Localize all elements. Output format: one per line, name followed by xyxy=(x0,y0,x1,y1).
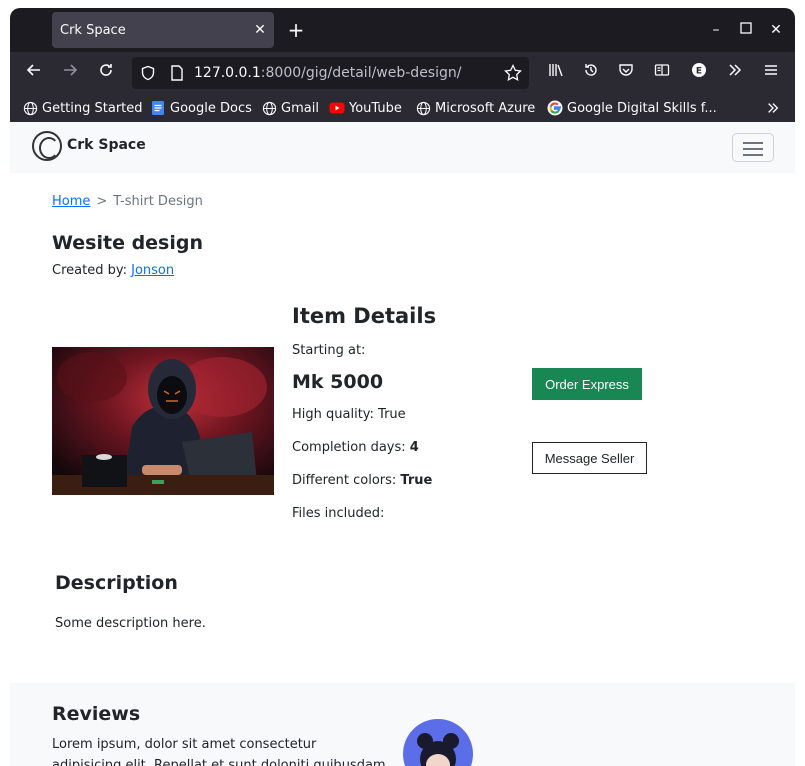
bookmark-google-digital-skills[interactable]: Google Digital Skills f... xyxy=(547,99,717,117)
reader-view-icon[interactable] xyxy=(650,61,674,85)
site-navbar: Crk Space xyxy=(10,122,795,173)
price: Mk 5000 xyxy=(292,371,384,393)
brand-name[interactable]: Crk Space xyxy=(67,137,146,153)
close-tab-icon[interactable]: ✕ xyxy=(246,22,274,38)
extension-icon[interactable]: E xyxy=(687,61,711,85)
creator-link[interactable]: Jonson xyxy=(131,263,174,278)
bookmark-label: YouTube xyxy=(349,100,402,116)
bookmark-microsoft-azure[interactable]: Microsoft Azure xyxy=(415,99,535,117)
reviews-heading: Reviews xyxy=(52,703,141,725)
bookmark-gmail[interactable]: Gmail xyxy=(261,99,319,117)
url-text: 127.0.0.1:8000/gig/detail/web-design/ xyxy=(194,65,461,81)
globe-icon xyxy=(415,100,431,116)
close-window-icon[interactable]: ✕ xyxy=(766,20,786,40)
reviews-section: Reviews Lorem ipsum, dolor sit amet cons… xyxy=(10,683,795,766)
breadcrumb: Home > T-shirt Design xyxy=(52,194,203,209)
bookmarks-overflow-icon[interactable] xyxy=(766,99,780,117)
bookmarks-bar: Getting Started Google Docs Gmail YouTub… xyxy=(10,94,795,122)
item-details-heading: Item Details xyxy=(292,304,437,328)
description-text: Some description here. xyxy=(55,616,206,631)
review-text: Lorem ipsum, dolor sit amet consectetur … xyxy=(52,737,386,766)
hamburger-line xyxy=(743,142,763,144)
globe-icon xyxy=(261,100,277,116)
bookmark-youtube[interactable]: YouTube xyxy=(329,99,402,117)
library-icon[interactable] xyxy=(544,61,568,85)
different-colors-value: True xyxy=(400,473,433,488)
globe-icon xyxy=(22,100,38,116)
menu-icon[interactable] xyxy=(759,61,783,85)
browser-window: Crk Space ✕ + – ✕ 127.0.0.1:8000/gig/det… xyxy=(10,8,795,766)
bookmark-label: Getting Started xyxy=(42,100,143,116)
breadcrumb-current: T-shirt Design xyxy=(113,194,203,209)
different-colors-label: Different colors: xyxy=(292,473,397,488)
navbar-toggler-button[interactable] xyxy=(732,133,774,162)
message-seller-button[interactable]: Message Seller xyxy=(532,442,647,474)
google-icon xyxy=(547,100,563,116)
page-content: Crk Space Home > T-shirt Design Wesite des… xyxy=(10,122,795,766)
bookmark-label: Google Docs xyxy=(170,100,252,116)
bookmark-getting-started[interactable]: Getting Started xyxy=(22,99,143,117)
browser-tab[interactable]: Crk Space ✕ xyxy=(52,12,274,48)
breadcrumb-home-link[interactable]: Home xyxy=(52,194,90,209)
gig-image xyxy=(52,347,274,495)
bookmark-google-docs[interactable]: Google Docs xyxy=(150,99,252,117)
completion-days-label: Completion days: xyxy=(292,440,406,455)
starting-at-label: Starting at: xyxy=(292,343,366,358)
breadcrumb-separator: > xyxy=(96,194,108,209)
page-info-icon[interactable] xyxy=(170,65,184,85)
nav-toolbar: 127.0.0.1:8000/gig/detail/web-design/ E xyxy=(10,52,795,94)
brand-logo-icon[interactable] xyxy=(32,131,62,161)
different-colors: Different colors: True xyxy=(292,473,432,488)
back-icon[interactable] xyxy=(22,61,46,85)
order-express-button[interactable]: Order Express xyxy=(532,368,642,400)
minimize-icon[interactable]: – xyxy=(706,20,726,40)
url-path: :8000/gig/detail/web-design/ xyxy=(260,65,462,81)
shield-icon[interactable] xyxy=(140,65,156,85)
history-icon[interactable] xyxy=(579,61,603,85)
files-included: Files included: xyxy=(292,506,385,521)
youtube-icon xyxy=(329,100,345,116)
maximize-icon[interactable] xyxy=(736,20,756,40)
reload-icon[interactable] xyxy=(94,61,118,85)
pocket-icon[interactable] xyxy=(614,61,638,85)
completion-days-value: 4 xyxy=(409,440,419,455)
hamburger-line xyxy=(743,154,763,156)
docs-icon xyxy=(150,100,166,116)
svg-text:E: E xyxy=(696,67,702,77)
bookmark-star-icon[interactable] xyxy=(504,63,522,86)
hamburger-line xyxy=(743,148,763,150)
created-by: Created by: Jonson xyxy=(52,263,174,278)
bookmark-label: Google Digital Skills f... xyxy=(567,100,717,116)
created-by-label: Created by: xyxy=(52,263,127,278)
gig-title: Wesite design xyxy=(52,232,204,254)
bookmark-label: Gmail xyxy=(281,100,319,116)
forward-icon[interactable] xyxy=(58,61,82,85)
bookmark-label: Microsoft Azure xyxy=(435,100,536,116)
new-tab-button[interactable]: + xyxy=(284,17,308,43)
title-bar: Crk Space ✕ + – ✕ xyxy=(10,8,795,52)
high-quality-text: High quality: True xyxy=(292,407,406,422)
overflow-chevron-icon[interactable] xyxy=(723,61,747,85)
completion-days: Completion days: 4 xyxy=(292,440,419,455)
tab-title: Crk Space xyxy=(60,22,126,38)
url-bar[interactable]: 127.0.0.1:8000/gig/detail/web-design/ xyxy=(132,57,529,89)
description-heading: Description xyxy=(55,572,178,594)
url-host: 127.0.0.1 xyxy=(194,65,261,81)
reviewer-avatar xyxy=(403,719,473,766)
